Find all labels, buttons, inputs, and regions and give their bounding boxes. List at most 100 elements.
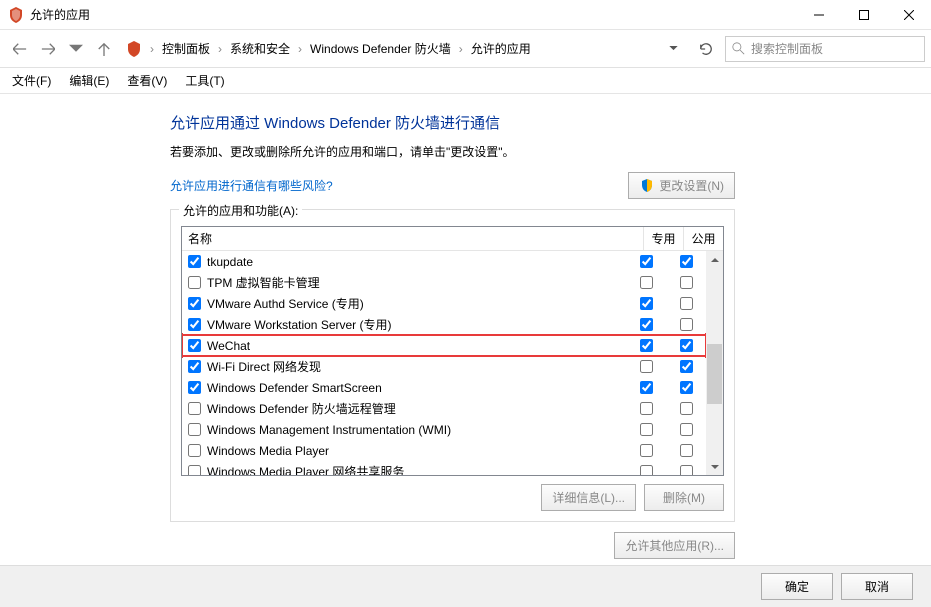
app-enabled-checkbox[interactable] [188,423,201,436]
list-row[interactable]: VMware Authd Service (专用) [182,293,706,314]
app-enabled-checkbox[interactable] [188,255,201,268]
breadcrumb-item[interactable]: 控制面板 [158,38,214,59]
list-row[interactable]: Windows Defender SmartScreen [182,377,706,398]
app-name: Windows Media Player [207,444,626,458]
public-checkbox[interactable] [680,297,693,310]
app-enabled-checkbox[interactable] [188,444,201,457]
app-enabled-checkbox[interactable] [188,297,201,310]
col-public[interactable]: 公用 [683,227,723,250]
scroll-down-button[interactable] [706,458,723,475]
bottom-bar: 确定 取消 [0,565,931,607]
list-row[interactable]: Windows Media Player [182,440,706,461]
private-checkbox[interactable] [640,255,653,268]
breadcrumb-item[interactable]: Windows Defender 防火墙 [306,38,455,59]
private-checkbox[interactable] [640,444,653,457]
private-checkbox[interactable] [640,402,653,415]
menu-edit[interactable]: 编辑(E) [61,70,117,91]
risk-link[interactable]: 允许应用进行通信有哪些风险? [170,177,333,194]
public-checkbox[interactable] [680,402,693,415]
chevron-right-icon: › [148,42,156,56]
refresh-button[interactable] [691,36,721,62]
menu-file[interactable]: 文件(F) [4,70,59,91]
private-checkbox[interactable] [640,339,653,352]
search-input[interactable]: 搜索控制面板 [725,36,925,62]
list-row[interactable]: Windows Defender 防火墙远程管理 [182,398,706,419]
allow-other-app-button[interactable]: 允许其他应用(R)... [614,532,735,559]
public-checkbox[interactable] [680,318,693,331]
window-title: 允许的应用 [30,6,90,23]
scroll-thumb[interactable] [707,344,722,404]
breadcrumb-icon [126,41,142,57]
private-checkbox[interactable] [640,423,653,436]
list-row[interactable]: Windows Management Instrumentation (WMI) [182,419,706,440]
private-checkbox[interactable] [640,276,653,289]
list-row[interactable]: tkupdate [182,251,706,272]
app-enabled-checkbox[interactable] [188,360,201,373]
public-checkbox[interactable] [680,255,693,268]
page-title: 允许应用通过 Windows Defender 防火墙进行通信 [170,112,931,133]
app-enabled-checkbox[interactable] [188,318,201,331]
group-title: 允许的应用和功能(A): [179,202,302,219]
close-button[interactable] [886,0,931,29]
list-row[interactable]: TPM 虚拟智能卡管理 [182,272,706,293]
list-row[interactable]: Wi-Fi Direct 网络发现 [182,356,706,377]
private-checkbox[interactable] [640,360,653,373]
maximize-button[interactable] [841,0,886,29]
scrollbar[interactable] [706,251,723,475]
public-checkbox[interactable] [680,465,693,475]
app-name: TPM 虚拟智能卡管理 [207,274,626,291]
app-icon [8,7,24,23]
menu-view[interactable]: 查看(V) [119,70,175,91]
cancel-button[interactable]: 取消 [841,573,913,600]
public-checkbox[interactable] [680,276,693,289]
app-enabled-checkbox[interactable] [188,381,201,394]
shield-icon [639,178,655,194]
public-checkbox[interactable] [680,339,693,352]
col-name[interactable]: 名称 [182,230,643,247]
forward-button[interactable] [34,35,62,63]
search-placeholder: 搜索控制面板 [751,40,823,57]
app-name: Wi-Fi Direct 网络发现 [207,358,626,375]
list-header: 名称 专用 公用 [182,227,723,251]
scroll-up-button[interactable] [706,251,723,268]
back-button[interactable] [6,35,34,63]
app-enabled-checkbox[interactable] [188,276,201,289]
private-checkbox[interactable] [640,318,653,331]
nav-dropdown[interactable] [62,35,90,63]
breadcrumb-item[interactable]: 允许的应用 [467,38,535,59]
breadcrumb-item[interactable]: 系统和安全 [226,38,294,59]
menubar: 文件(F) 编辑(E) 查看(V) 工具(T) [0,68,931,94]
private-checkbox[interactable] [640,465,653,475]
chevron-right-icon: › [296,42,304,56]
app-name: Windows Defender 防火墙远程管理 [207,400,626,417]
app-name: tkupdate [207,255,626,269]
public-checkbox[interactable] [680,381,693,394]
private-checkbox[interactable] [640,297,653,310]
menu-tools[interactable]: 工具(T) [177,70,232,91]
app-enabled-checkbox[interactable] [188,339,201,352]
content-area: 允许应用通过 Windows Defender 防火墙进行通信 若要添加、更改或… [0,94,931,559]
public-checkbox[interactable] [680,444,693,457]
change-settings-button[interactable]: 更改设置(N) [628,172,735,199]
chevron-right-icon: › [457,42,465,56]
public-checkbox[interactable] [680,360,693,373]
list-row[interactable]: Windows Media Player 网络共享服务 [182,461,706,475]
breadcrumb-dropdown[interactable] [663,46,683,51]
titlebar: 允许的应用 [0,0,931,30]
col-private[interactable]: 专用 [643,227,683,250]
app-name: Windows Defender SmartScreen [207,381,626,395]
app-name: Windows Management Instrumentation (WMI) [207,423,626,437]
list-row[interactable]: WeChat [182,335,706,356]
private-checkbox[interactable] [640,381,653,394]
details-button[interactable]: 详细信息(L)... [541,484,636,511]
public-checkbox[interactable] [680,423,693,436]
ok-button[interactable]: 确定 [761,573,833,600]
app-enabled-checkbox[interactable] [188,465,201,475]
minimize-button[interactable] [796,0,841,29]
up-button[interactable] [90,35,118,63]
list-row[interactable]: VMware Workstation Server (专用) [182,314,706,335]
apps-list: 名称 专用 公用 tkupdate TPM 虚拟智能卡管理 VMware Authd… [181,226,724,476]
app-name: VMware Workstation Server (专用) [207,316,626,333]
app-enabled-checkbox[interactable] [188,402,201,415]
delete-button[interactable]: 删除(M) [644,484,724,511]
